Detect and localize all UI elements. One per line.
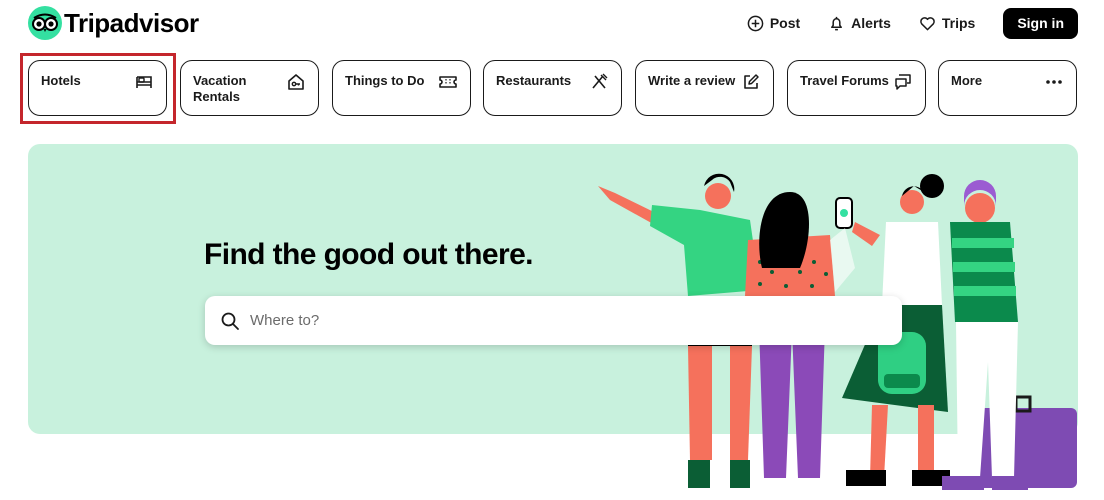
- alerts-label: Alerts: [851, 15, 891, 31]
- search-icon: [221, 312, 239, 330]
- category-label: Vacation Rentals: [193, 73, 247, 104]
- alerts-link[interactable]: Alerts: [828, 15, 891, 32]
- category-restaurants[interactable]: Restaurants: [483, 60, 622, 116]
- house-key-icon: [288, 74, 304, 90]
- hero-title: Find the good out there.: [204, 238, 533, 271]
- category-more[interactable]: More: [938, 60, 1077, 116]
- category-hotels[interactable]: Hotels: [28, 60, 167, 116]
- edit-icon: [744, 74, 759, 89]
- category-travel-forums[interactable]: Travel Forums: [787, 60, 926, 116]
- tripadvisor-logo[interactable]: Tripadvisor: [28, 5, 199, 41]
- category-nav: Hotels Vacation Rentals Things to Do Res…: [28, 60, 1077, 116]
- header-actions: Post Alerts Trips Sign in: [747, 7, 1078, 39]
- chat-icon: [895, 74, 911, 90]
- brand-name: Tripadvisor: [64, 7, 199, 38]
- post-label: Post: [769, 15, 801, 31]
- bell-icon: [831, 16, 843, 30]
- fork-knife-icon: [592, 73, 608, 89]
- category-things-to-do[interactable]: Things to Do: [332, 60, 471, 116]
- heart-icon: [920, 16, 935, 30]
- category-vacation-rentals[interactable]: Vacation Rentals: [180, 60, 319, 116]
- category-label: More: [951, 73, 983, 88]
- trips-label: Trips: [941, 15, 976, 31]
- sign-in-button[interactable]: Sign in: [1003, 7, 1078, 39]
- category-label: Hotels: [41, 73, 81, 88]
- plus-circle-icon: [747, 15, 764, 31]
- category-label: Travel Forums: [800, 73, 889, 88]
- ticket-icon: [439, 76, 457, 88]
- search-input[interactable]: [250, 296, 902, 345]
- trips-link[interactable]: Trips: [919, 15, 975, 32]
- category-label: Things to Do: [345, 73, 425, 88]
- search-box[interactable]: [205, 296, 902, 345]
- post-link[interactable]: Post: [747, 15, 800, 32]
- category-label: Write a review: [648, 73, 736, 88]
- category-label: Restaurants: [496, 73, 572, 88]
- category-write-review[interactable]: Write a review: [635, 60, 774, 116]
- owl-logo-icon: [28, 6, 62, 40]
- bed-icon: [136, 76, 152, 88]
- more-dots-icon: [1046, 80, 1062, 84]
